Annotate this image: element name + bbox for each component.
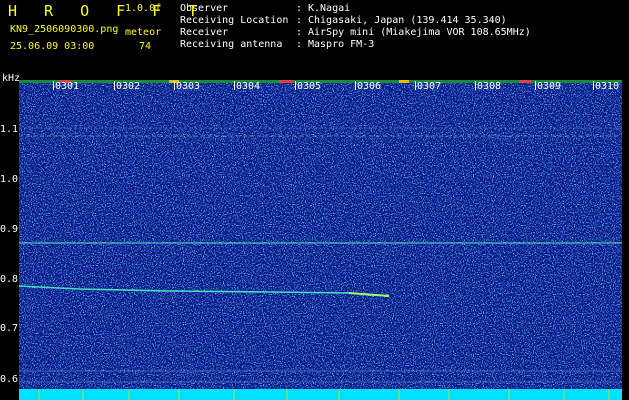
filename-label: KN9_2506090300.png: [10, 24, 119, 35]
meta-colon: :: [296, 3, 303, 14]
meta-label: Observer: [180, 3, 229, 14]
x-tick-mark: [475, 81, 476, 90]
app-brand: H R O F F T: [8, 2, 207, 20]
spectrogram-plot: [19, 80, 622, 400]
x-tick-label: 0308: [477, 81, 502, 92]
meta-label: Receiver: [180, 27, 229, 38]
x-tick-mark: [535, 81, 536, 90]
meta-colon: :: [296, 39, 303, 50]
x-tick-label: 0301: [55, 81, 80, 92]
meta-value: K.Nagai: [308, 3, 351, 14]
x-tick-label: 0309: [537, 81, 562, 92]
meteor-label: meteor: [125, 27, 162, 38]
y-tick-label: 1.1: [0, 124, 19, 135]
x-tick-mark: [295, 81, 296, 90]
x-tick-label: 0310: [595, 81, 620, 92]
y-tick-label: 1.0: [0, 174, 19, 185]
x-tick-mark: [234, 81, 235, 90]
x-tick-label: 0303: [176, 81, 201, 92]
version-label: 1.0.0f: [125, 3, 162, 14]
x-tick-label: 0307: [417, 81, 442, 92]
y-tick-label: 0.7: [0, 323, 19, 334]
y-tick-label: 0.8: [0, 274, 19, 285]
meta-value: Maspro FM-3: [308, 39, 375, 50]
meta-value: Chigasaki, Japan (139.414 35.340): [308, 15, 507, 26]
x-tick-mark: [114, 81, 115, 90]
y-axis-unit: kHz: [2, 73, 21, 84]
datetime-label: 25.06.09 03:00: [10, 41, 95, 52]
x-tick-mark: [53, 81, 54, 90]
x-tick-label: 0304: [236, 81, 261, 92]
x-tick-mark: [174, 81, 175, 90]
y-tick-label: 0.6: [0, 374, 19, 385]
x-tick-mark: [593, 81, 594, 90]
meteor-count: 74: [139, 41, 152, 52]
bottom-band: [19, 389, 622, 400]
meta-colon: :: [296, 27, 303, 38]
meta-value: AirSpy mini (Miakejima VOR 108.65MHz): [308, 27, 531, 38]
x-tick-label: 0302: [116, 81, 141, 92]
meta-label: Receiving antenna: [180, 39, 283, 50]
meta-colon: :: [296, 15, 303, 26]
x-tick-mark: [415, 81, 416, 90]
x-tick-label: 0306: [357, 81, 382, 92]
x-tick-mark: [355, 81, 356, 90]
x-tick-label: 0305: [297, 81, 322, 92]
y-tick-label: 0.9: [0, 224, 19, 235]
meta-label: Receiving Location: [180, 15, 289, 26]
spectrogram-svg: [19, 80, 622, 400]
